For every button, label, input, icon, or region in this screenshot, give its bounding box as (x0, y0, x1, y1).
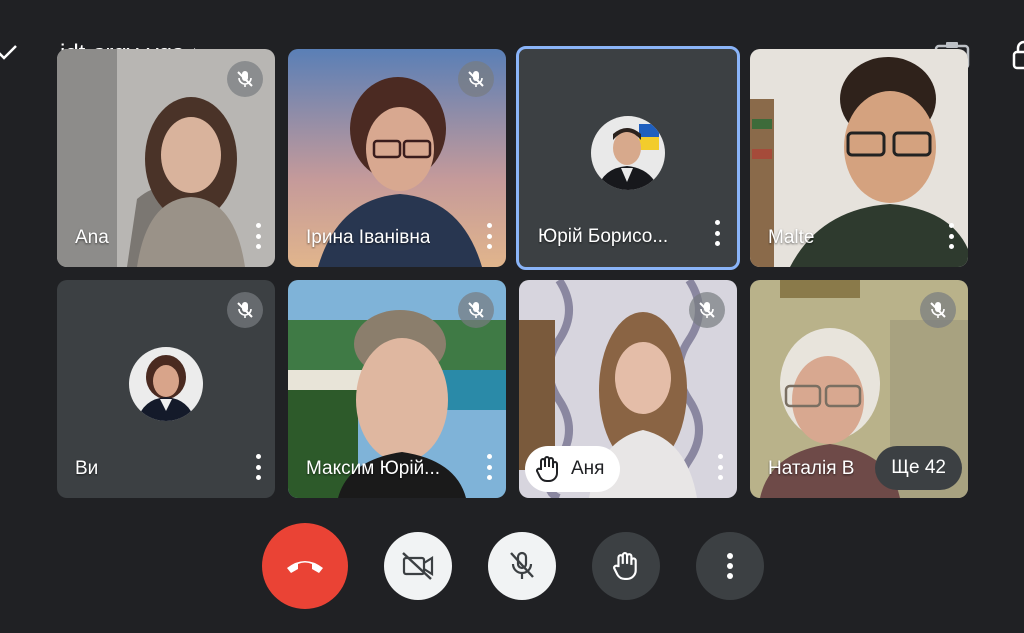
participant-name: Наталія В (768, 458, 855, 479)
microphone-toggle-button[interactable] (488, 532, 556, 600)
participant-name: Максим Юрій... (306, 458, 441, 479)
end-call-button[interactable] (262, 523, 348, 609)
mic-off-icon (458, 292, 494, 328)
more-vert-icon (727, 553, 733, 579)
more-vert-icon[interactable] (944, 223, 958, 249)
phone-hangup-icon (287, 561, 323, 573)
lock-icon[interactable] (1012, 40, 1024, 70)
participant-tile[interactable]: Максим Юрій... (288, 280, 506, 498)
avatar (591, 116, 665, 190)
participant-tile[interactable]: Ірина Іванівна (288, 49, 506, 267)
participant-name: Юрій Борисо... (538, 226, 669, 247)
participant-name: Ви (75, 458, 99, 479)
mic-off-icon (920, 292, 956, 328)
participant-tile-self[interactable]: Ви (57, 280, 275, 498)
participant-name: Malte (768, 227, 815, 248)
hand-icon (536, 456, 558, 483)
more-participants-button[interactable]: Ще 42 (875, 446, 962, 490)
participant-tile[interactable]: Malte (750, 49, 968, 267)
participant-tile[interactable]: Аня (519, 280, 737, 498)
raised-hand-badge: Аня (525, 446, 621, 492)
participant-name: Ana (75, 227, 109, 248)
raise-hand-button[interactable] (592, 532, 660, 600)
more-vert-icon[interactable] (251, 223, 265, 249)
mic-off-icon (689, 292, 725, 328)
mic-off-icon (227, 292, 263, 328)
participant-name: Ірина Іванівна (306, 227, 431, 248)
more-vert-icon[interactable] (482, 223, 496, 249)
more-vert-icon[interactable] (482, 454, 496, 480)
check-icon[interactable] (0, 40, 20, 64)
participant-tile-active[interactable]: Юрій Борисо... (516, 46, 740, 270)
more-options-button[interactable] (696, 532, 764, 600)
camera-toggle-button[interactable] (384, 532, 452, 600)
hand-icon (613, 552, 637, 581)
more-vert-icon[interactable] (251, 454, 265, 480)
video-off-icon (402, 552, 434, 580)
avatar (129, 347, 203, 421)
participant-tile[interactable]: Ana (57, 49, 275, 267)
mic-off-icon (227, 61, 263, 97)
more-vert-icon[interactable] (713, 454, 727, 480)
participant-tile[interactable]: Наталія В Ще 42 (750, 280, 968, 498)
mic-off-icon (510, 551, 534, 579)
mic-off-icon (458, 61, 494, 97)
more-vert-icon[interactable] (710, 220, 724, 246)
participant-name: Аня (571, 458, 605, 479)
